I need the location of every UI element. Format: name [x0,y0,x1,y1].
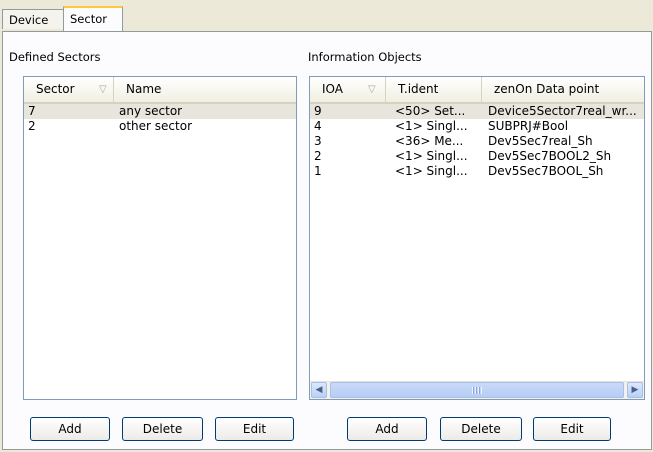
column-header-label: Sector [36,82,75,96]
ioa-cell: 9 [314,104,322,118]
name-cell: other sector [119,119,192,133]
scroll-right-arrow-icon[interactable]: ▶ [627,382,643,398]
sort-arrow-icon: ▽ [368,84,376,95]
name-cell: any sector [119,104,183,118]
scrollbar-thumb[interactable] [330,382,624,398]
scroll-left-arrow-icon[interactable]: ◀ [311,382,327,398]
table-row[interactable]: 1 <1> Singl... Dev5Sec7BOOL_Sh [310,164,644,179]
defined-sectors-title: Defined Sectors [9,50,101,64]
datapoint-cell: Dev5Sec7real_Sh [488,134,593,148]
list-header: Sector ▽ Name [24,77,296,104]
table-row[interactable]: 2 other sector [24,119,296,134]
ioa-cell: 4 [314,119,322,133]
list-header: IOA ▽ T.ident zenOn Data point [310,77,644,104]
column-header-name[interactable]: Name [114,77,296,102]
datapoint-cell: Device5Sector7real_wr... [488,104,637,118]
table-row[interactable]: 3 <36> Me... Dev5Sec7real_Sh [310,134,644,149]
table-row[interactable]: 4 <1> Singl... SUBPRJ#Bool [310,119,644,134]
sector-panel: Defined Sectors Sector ▽ Name 7 any sect… [2,31,652,450]
tident-cell: <36> Me... [395,134,464,148]
horizontal-scrollbar[interactable]: ◀ ▶ [310,381,644,399]
tab-sector[interactable]: Sector [63,6,123,31]
column-header-label: IOA [322,82,343,96]
ioa-cell: 1 [314,164,322,178]
edit-sector-button[interactable]: Edit [215,417,294,441]
tab-device[interactable]: Device [2,9,64,29]
datapoint-cell: Dev5Sec7BOOL2_Sh [488,149,612,163]
datapoint-cell: SUBPRJ#Bool [488,119,569,133]
add-information-object-button[interactable]: Add [347,417,427,441]
tident-cell: <1> Singl... [395,164,468,178]
delete-information-object-button[interactable]: Delete [440,417,522,441]
add-sector-button[interactable]: Add [30,417,110,441]
table-row[interactable]: 9 <50> Set... Device5Sector7real_wr... [310,104,644,119]
information-objects-list[interactable]: IOA ▽ T.ident zenOn Data point 9 <50> Se… [309,76,645,400]
table-row[interactable]: 7 any sector [24,104,296,119]
ioa-cell: 3 [314,134,322,148]
ioa-cell: 2 [314,149,322,163]
column-header-datapoint[interactable]: zenOn Data point [482,77,644,102]
edit-information-object-button[interactable]: Edit [533,417,611,441]
column-header-tident[interactable]: T.ident [386,77,482,102]
tident-cell: <50> Set... [395,104,466,118]
tident-cell: <1> Singl... [395,149,468,163]
sort-arrow-icon: ▽ [99,84,107,95]
delete-sector-button[interactable]: Delete [122,417,203,441]
grip-icon [472,387,482,394]
column-header-sector[interactable]: Sector ▽ [24,77,114,102]
table-row[interactable]: 2 <1> Singl... Dev5Sec7BOOL2_Sh [310,149,644,164]
column-header-ioa[interactable]: IOA ▽ [310,77,386,102]
tident-cell: <1> Singl... [395,119,468,133]
datapoint-cell: Dev5Sec7BOOL_Sh [488,164,604,178]
defined-sectors-list[interactable]: Sector ▽ Name 7 any sector 2 other secto… [23,76,297,400]
sector-cell: 2 [28,119,36,133]
sector-cell: 7 [28,104,36,118]
information-objects-title: Information Objects [308,50,422,64]
